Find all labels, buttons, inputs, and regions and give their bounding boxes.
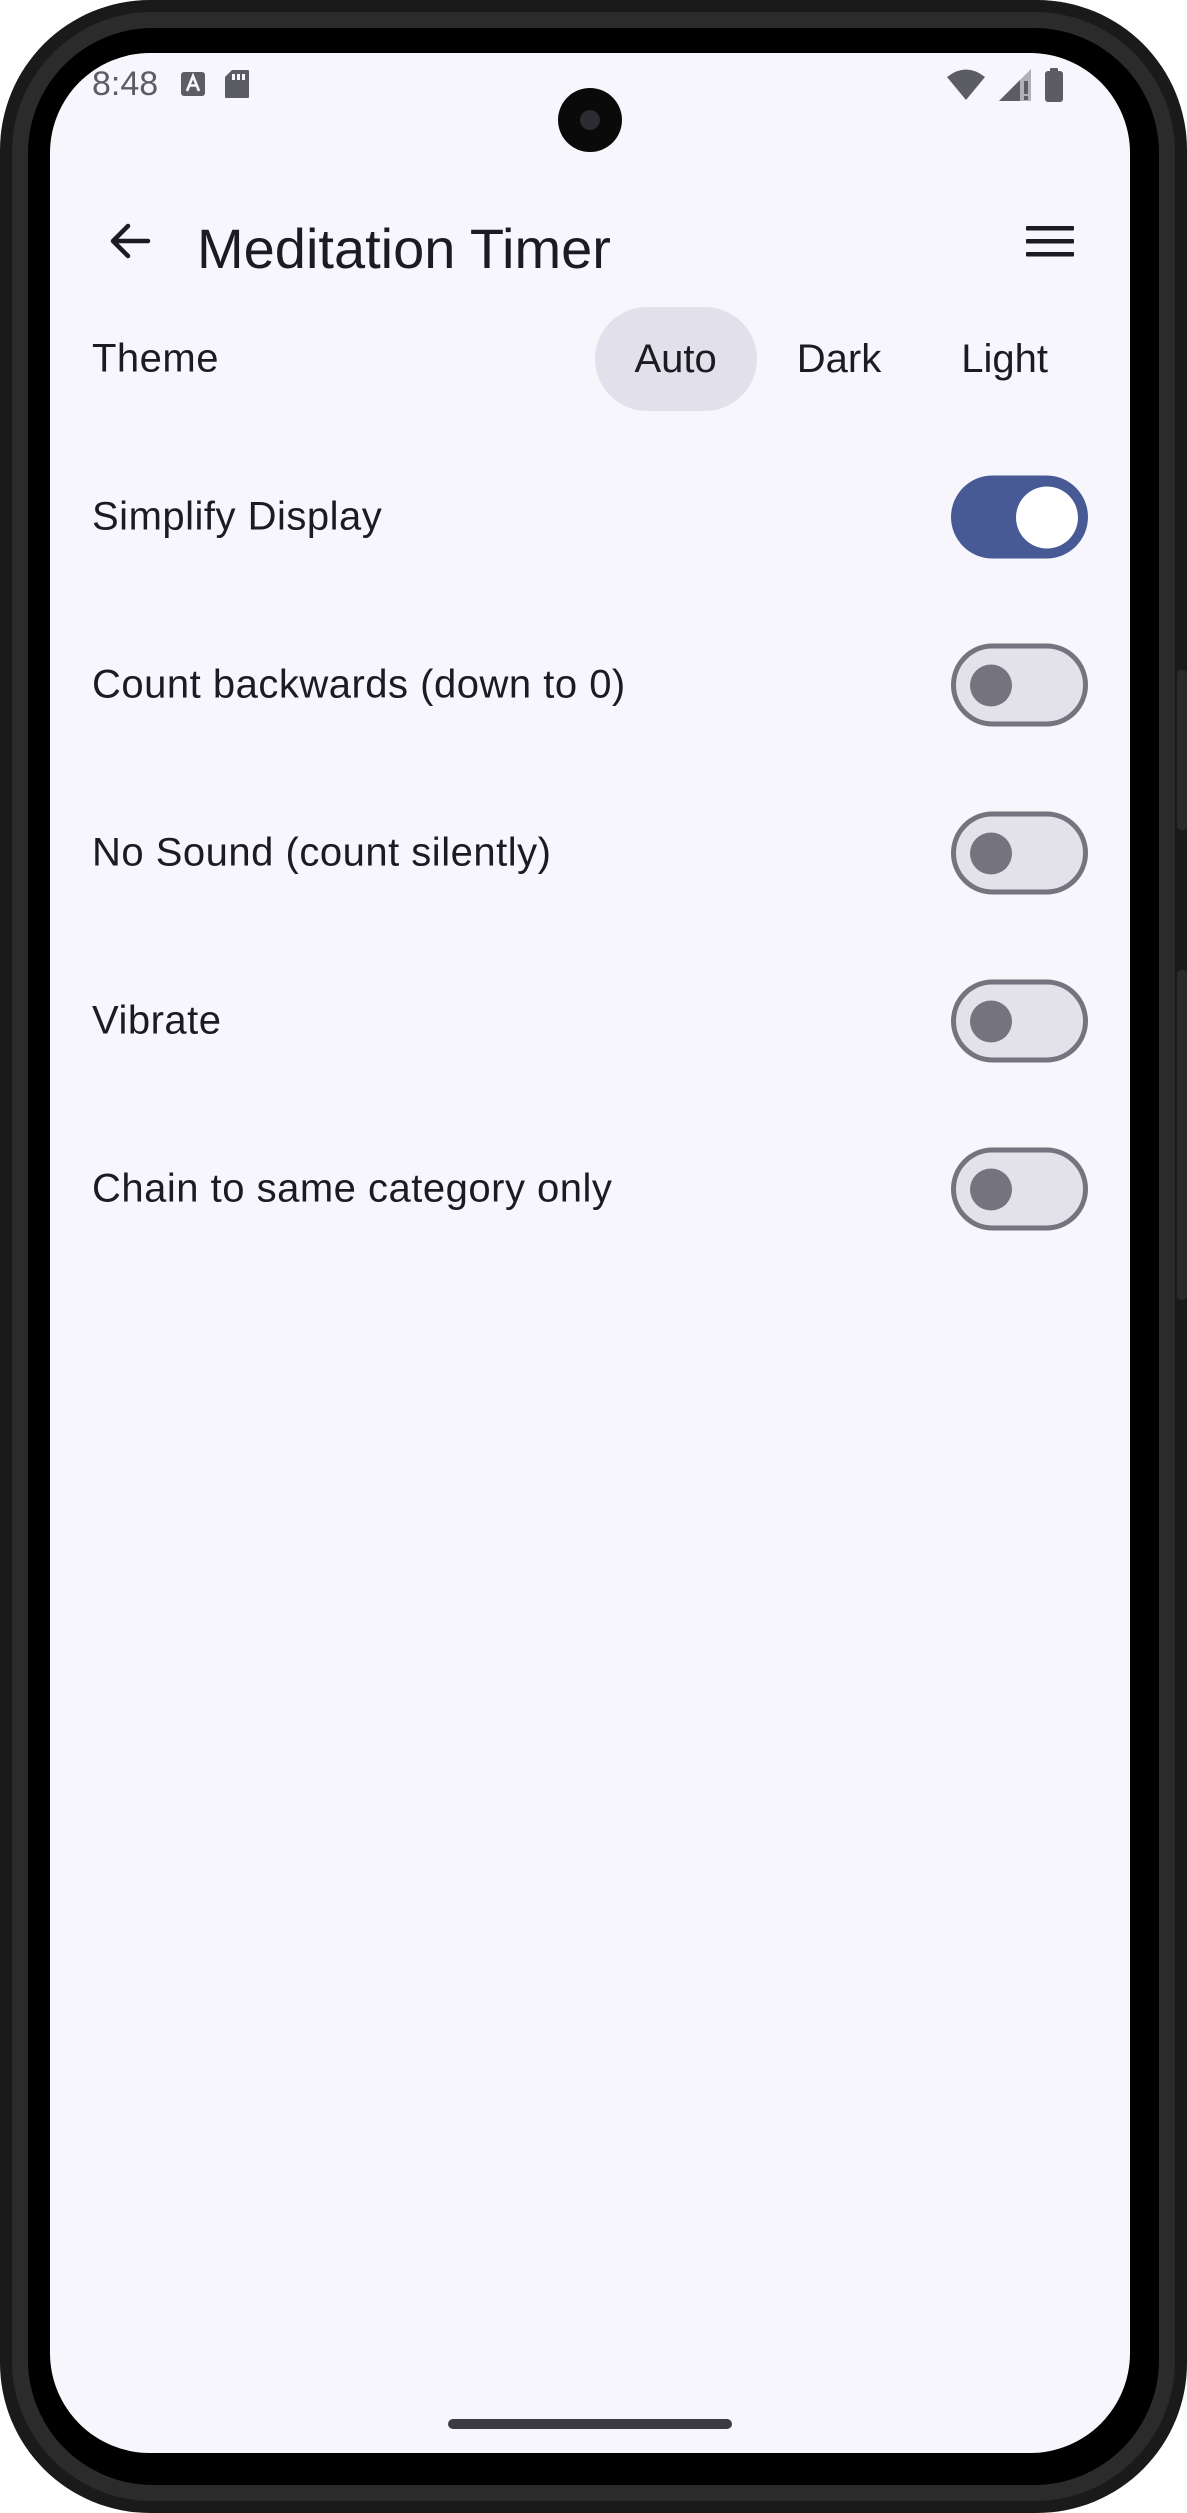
theme-option-light[interactable]: Light — [921, 307, 1088, 411]
battery-icon — [1044, 67, 1064, 108]
back-button[interactable] — [90, 203, 170, 283]
signal-icon — [998, 68, 1032, 107]
page-title: Meditation Timer — [197, 217, 611, 280]
arrow-back-icon — [106, 217, 154, 270]
switch-thumb — [970, 664, 1012, 706]
screen: 8:48 Meditation Timer Theme Auto Dark Li… — [50, 53, 1130, 2453]
no-sound-switch[interactable] — [951, 811, 1088, 895]
hamburger-menu-icon — [1024, 221, 1076, 266]
menu-button[interactable] — [1010, 203, 1090, 283]
setting-label: Chain to same category only — [92, 1166, 613, 1211]
setting-row-no-sound: No Sound (count silently) — [50, 793, 1130, 913]
status-right-icons — [946, 67, 1064, 108]
setting-label: No Sound (count silently) — [92, 830, 552, 875]
theme-label: Theme — [92, 336, 219, 381]
setting-label: Simplify Display — [92, 494, 383, 539]
vibrate-switch[interactable] — [951, 979, 1088, 1063]
text-a-icon — [180, 71, 206, 102]
theme-segmented-control: Auto Dark Light — [594, 307, 1089, 411]
status-left-icons — [180, 69, 250, 104]
volume-button — [1177, 670, 1187, 830]
theme-option-auto[interactable]: Auto — [594, 307, 757, 411]
theme-row: Theme Auto Dark Light — [50, 299, 1130, 419]
power-button — [1177, 970, 1187, 1300]
wifi-icon — [946, 68, 986, 107]
setting-row-vibrate: Vibrate — [50, 961, 1130, 1081]
switch-thumb — [970, 1000, 1012, 1042]
setting-row-count-backwards: Count backwards (down to 0) — [50, 625, 1130, 745]
chain-category-switch[interactable] — [951, 1147, 1088, 1231]
status-time: 8:48 — [92, 65, 159, 103]
phone-frame: 8:48 Meditation Timer Theme Auto Dark Li… — [0, 0, 1187, 2513]
switch-thumb — [970, 832, 1012, 874]
home-indicator[interactable] — [448, 2419, 732, 2429]
count-backwards-switch[interactable] — [951, 643, 1088, 727]
switch-thumb — [970, 1168, 1012, 1210]
sd-card-icon — [224, 69, 250, 104]
setting-label: Count backwards (down to 0) — [92, 662, 626, 707]
status-bar: 8:48 — [50, 53, 1130, 152]
setting-label: Vibrate — [92, 998, 222, 1043]
switch-thumb — [1016, 486, 1078, 548]
setting-row-chain-category: Chain to same category only — [50, 1129, 1130, 1249]
front-camera — [558, 88, 622, 152]
theme-option-dark[interactable]: Dark — [757, 307, 921, 411]
setting-row-simplify-display: Simplify Display — [50, 457, 1130, 577]
simplify-display-switch[interactable] — [951, 475, 1088, 559]
